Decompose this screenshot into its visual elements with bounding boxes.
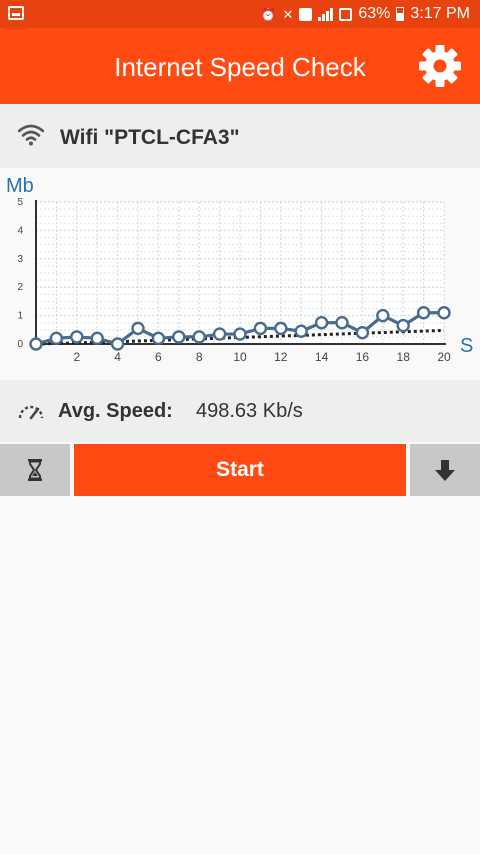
x-axis-label: S xyxy=(460,335,473,357)
app-title: Internet Speed Check xyxy=(114,52,366,82)
x-tick-label: 12 xyxy=(274,350,288,364)
x-tick-label: 10 xyxy=(233,350,247,364)
x-tick-label: 4 xyxy=(114,350,121,364)
hourglass-icon xyxy=(28,459,42,481)
average-speed-label: Avg. Speed: xyxy=(58,400,173,422)
start-button[interactable]: Start xyxy=(74,444,406,496)
y-tick-label: 2 xyxy=(17,282,23,293)
x-tick-label: 8 xyxy=(196,350,203,364)
speed-data-point xyxy=(253,321,268,336)
speed-data-point xyxy=(294,324,308,338)
clock: 3:17 PM xyxy=(410,5,470,22)
network-row: Wifi "PTCL-CFA3" xyxy=(0,104,480,168)
average-speed-row: Avg. Speed: 498.63 Kb/s xyxy=(0,380,480,442)
signal-box-icon xyxy=(339,7,353,21)
wifi-icon xyxy=(18,124,44,146)
signal-icon xyxy=(318,7,334,21)
speed-data-point xyxy=(151,331,166,346)
notification-icon xyxy=(8,6,24,20)
speed-data-point xyxy=(49,331,64,346)
battery-percent: 63% xyxy=(358,5,391,22)
speed-data-point xyxy=(70,330,84,344)
speed-data-point xyxy=(90,331,104,346)
y-tick-label: 0 xyxy=(17,339,23,350)
x-tick-label: 18 xyxy=(397,350,411,364)
x-tick-label: 14 xyxy=(315,350,329,364)
speed-data-point xyxy=(110,337,125,351)
speed-data-point xyxy=(416,306,431,320)
sim-icon xyxy=(299,7,313,21)
speed-chart: 0 1 2 3 4 5 2 4 6 8 10 12 14 16 18 20 Mb S xyxy=(0,168,480,380)
alarm-icon: ⏰ xyxy=(260,6,277,22)
speed-data-point xyxy=(29,337,43,351)
speed-data-point xyxy=(376,308,390,323)
speedometer-icon xyxy=(18,405,44,420)
x-tick-label: 20 xyxy=(437,350,451,364)
speed-data-point xyxy=(355,325,370,340)
x-tick-label: 2 xyxy=(73,350,80,364)
speed-data-point xyxy=(335,315,349,330)
status-bar: ⏰ ✕ 63% 3:17 PM xyxy=(0,0,480,28)
speed-data-point xyxy=(274,321,288,336)
y-tick-label: 1 xyxy=(17,311,23,322)
speed-data-point xyxy=(192,330,206,344)
status-icons: ⏰ ✕ 63% 3:17 PM xyxy=(260,4,470,24)
x-tick-label: 16 xyxy=(356,350,370,364)
y-tick-label: 5 xyxy=(17,197,23,208)
speed-data-point xyxy=(314,315,329,330)
speed-data-point xyxy=(172,330,186,344)
speed-data-point xyxy=(233,327,247,341)
y-tick-label: 3 xyxy=(17,254,23,265)
controls: Start xyxy=(0,442,480,498)
speed-chart-svg: 0123452 4 6 8 10 12 14 16 18 20MbS xyxy=(6,175,473,364)
gear-icon[interactable] xyxy=(418,44,462,88)
y-tick-label: 4 xyxy=(17,225,23,236)
speed-data-point xyxy=(396,318,410,333)
speed-data-point xyxy=(212,327,227,341)
x-tick-label: 6 xyxy=(155,350,162,364)
average-speed-value: 498.63 Kb/s xyxy=(196,400,303,422)
network-name: Wifi "PTCL-CFA3" xyxy=(60,126,240,149)
app-bar: Internet Speed Check xyxy=(0,28,480,104)
y-axis-label: Mb xyxy=(6,175,34,197)
timer-button[interactable] xyxy=(0,444,70,496)
vibrate-icon: ✕ xyxy=(282,6,294,22)
battery-icon xyxy=(396,7,405,21)
speed-data-point xyxy=(437,306,451,320)
download-button[interactable] xyxy=(410,444,480,496)
speed-data-point xyxy=(131,321,145,336)
arrow-down-icon xyxy=(435,460,455,481)
